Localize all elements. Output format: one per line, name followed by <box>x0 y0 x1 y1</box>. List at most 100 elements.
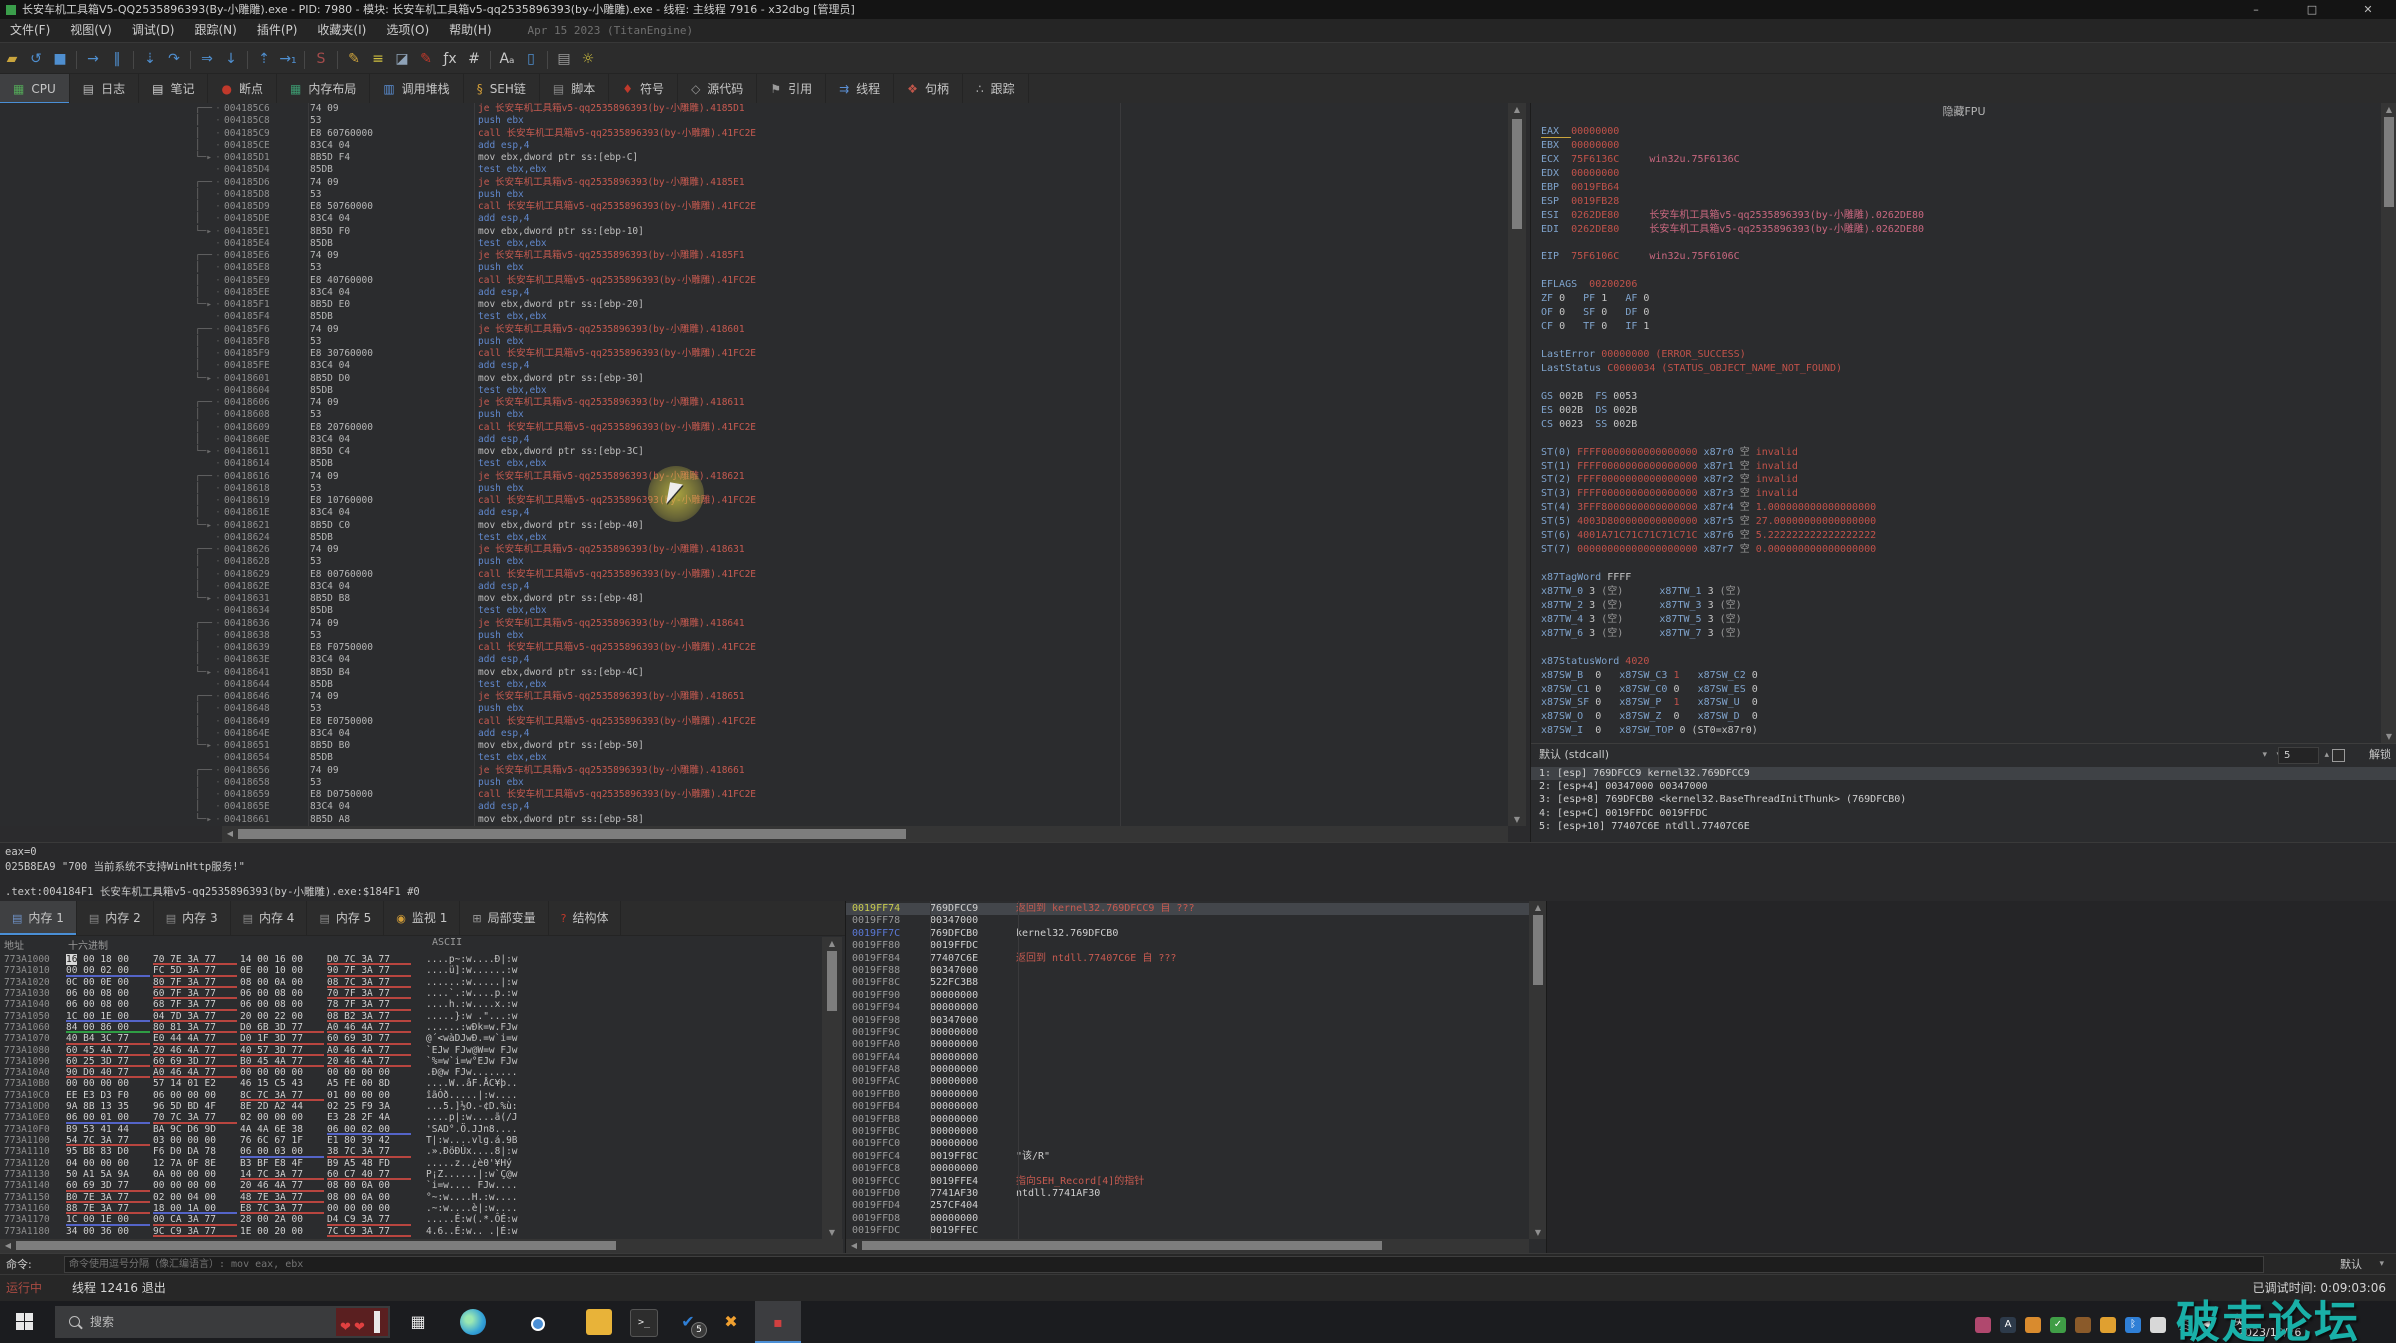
register-line[interactable]: CF 0 TF 0 IF 1 <box>1541 320 2377 334</box>
breakpoint-dot[interactable]: · <box>212 679 224 691</box>
breakpoint-dot[interactable]: · <box>212 814 224 826</box>
register-line[interactable]: ECX 75F6136C win32u.75F6136C <box>1541 153 2377 167</box>
disasm-row[interactable]: ┌──·0041860674 09je 长安车机工具箱v5-qq25358963… <box>0 397 1508 409</box>
breakpoint-dot[interactable]: · <box>212 238 224 250</box>
memory-row[interactable]: 773A10F0B9 53 41 44BA 9C D6 9D4A 4A 6E 3… <box>0 1124 822 1135</box>
tray-window-white-icon[interactable] <box>2150 1317 2166 1333</box>
style-selector[interactable]: 默认 <box>2340 1254 2362 1275</box>
scroll-up-icon[interactable]: ▲ <box>1508 105 1526 114</box>
disasm-row[interactable]: ┌──·004185C674 09je 长安车机工具箱v5-qq25358963… <box>0 103 1508 115</box>
menu-item[interactable]: 帮助(H) <box>439 19 501 42</box>
memory-map-icon[interactable]: ▤ <box>552 44 576 75</box>
registers-vscrollbar[interactable]: ▲ ▼ <box>2381 103 2396 743</box>
stack-vscrollbar[interactable]: ▲ ▼ <box>1529 901 1547 1239</box>
stack-hscrollbar[interactable]: ◀ <box>846 1239 1529 1253</box>
register-line[interactable]: LastError 00000000 (ERROR_SUCCESS) <box>1541 348 2377 362</box>
tab-source[interactable]: ◇源代码 <box>678 74 757 104</box>
disasm-row[interactable]: └─▸·004186418B5D B4mov ebx,dword ptr ss:… <box>0 667 1508 679</box>
taskbar-terminal-icon[interactable]: >_ <box>630 1309 658 1337</box>
disasm-row[interactable]: │ ·004185F9E8 30760000call 长安车机工具箱v5-qq2… <box>0 348 1508 360</box>
scroll-down-icon[interactable]: ▼ <box>2381 732 2396 741</box>
taskbar-file-explorer-icon[interactable] <box>586 1309 612 1335</box>
register-line[interactable] <box>1541 641 2377 655</box>
disasm-row[interactable]: └─▸·004185F18B5D E0mov ebx,dword ptr ss:… <box>0 299 1508 311</box>
chevron-down-icon[interactable]: ▾ <box>2262 744 2267 766</box>
register-line[interactable]: OF 0 SF 0 DF 0 <box>1541 306 2377 320</box>
memory-row[interactable]: 773A110054 7C 3A 7703 00 00 0076 6C 67 1… <box>0 1135 822 1146</box>
breakpoint-dot[interactable]: · <box>212 581 224 593</box>
breakpoint-dot[interactable]: · <box>212 275 224 287</box>
menu-item[interactable]: 调试(D) <box>122 19 185 42</box>
disasm-row[interactable]: │ ·0041862E83C4 04add esp,4 <box>0 581 1508 593</box>
notes-icon[interactable]: ≡ <box>366 44 390 75</box>
memory-hscrollbar[interactable]: ◀ <box>0 1239 843 1253</box>
breakpoint-dot[interactable]: · <box>212 287 224 299</box>
disasm-row[interactable]: └─▸·004186218B5D C0mov ebx,dword ptr ss:… <box>0 520 1508 532</box>
highlight-pencil-icon[interactable]: ✎ <box>414 44 438 75</box>
memory-row[interactable]: 773A111095 BB 83 D0F6 D0 DA 7806 00 03 0… <box>0 1146 822 1157</box>
register-line[interactable] <box>1541 432 2377 446</box>
memory-row[interactable]: 773A1150B0 7E 3A 7702 00 04 0048 7E 3A 7… <box>0 1192 822 1203</box>
disasm-hscrollbar[interactable]: ◀ <box>222 826 1508 842</box>
register-line[interactable]: EIP 75F6106C win32u.75F6106C <box>1541 250 2377 264</box>
breakpoint-dot[interactable]: · <box>212 422 224 434</box>
arg-row[interactable]: 2: [esp+4] 00347000 00347000 <box>1531 780 2396 793</box>
tray-camera-orange-icon[interactable] <box>2025 1317 2041 1333</box>
register-line[interactable]: ST(5) 4003D800000000000000 x87r5 空 27.00… <box>1541 515 2377 529</box>
breakpoint-dot[interactable]: · <box>212 434 224 446</box>
memory-row[interactable]: 773A100016 00 18 0070 7E 3A 7714 00 16 0… <box>0 954 822 965</box>
memory-row[interactable]: 773A116088 7E 3A 7718 00 1A 00E8 7C 3A 7… <box>0 1203 822 1214</box>
stack-row[interactable]: 0019FFD07741AF30ntdll.7741AF30 <box>846 1188 1529 1200</box>
breakpoint-dot[interactable]: · <box>212 446 224 458</box>
stack-row[interactable]: 0019FFD4257CF404 <box>846 1200 1529 1212</box>
stack-row[interactable]: 0019FF9000000000 <box>846 990 1529 1002</box>
tab-threads[interactable]: ⇉线程 <box>826 74 894 104</box>
breakpoint-dot[interactable]: · <box>212 716 224 728</box>
memory-row[interactable]: 773A103006 00 08 0060 7F 3A 7706 00 08 0… <box>0 988 822 999</box>
breakpoint-dot[interactable]: · <box>212 520 224 532</box>
breakpoint-dot[interactable]: · <box>212 385 224 397</box>
eraser-icon[interactable]: ◪ <box>390 44 414 75</box>
tab-locals[interactable]: ⊞局部变量 <box>460 901 548 935</box>
stack-row[interactable]: 0019FFB400000000 <box>846 1101 1529 1113</box>
memory-row[interactable]: 773A107040 B4 3C 77E0 44 4A 77D0 1F 3D 7… <box>0 1033 822 1044</box>
disasm-row[interactable]: │ ·0041864E83C4 04add esp,4 <box>0 728 1508 740</box>
arg-depth-spinner[interactable]: 5 <box>2278 747 2319 764</box>
disasm-row[interactable]: │ ·0041865E83C4 04add esp,4 <box>0 801 1508 813</box>
breakpoint-dot[interactable]: · <box>212 115 224 127</box>
scroll-left-icon[interactable]: ◀ <box>224 829 236 838</box>
register-line[interactable]: x87SW_B 0 x87SW_C3 1 x87SW_C2 0 <box>1541 669 2377 683</box>
register-line[interactable]: ST(1) FFFF0000000000000000 x87r1 空 inval… <box>1541 460 2377 474</box>
disasm-row[interactable]: │ ·004185D853push ebx <box>0 189 1508 201</box>
register-line[interactable] <box>1541 334 2377 348</box>
stack-row[interactable]: 0019FFC000000000 <box>846 1138 1529 1150</box>
tab-script[interactable]: ▤脚本 <box>540 74 609 104</box>
scroll-thumb[interactable] <box>1512 119 1522 229</box>
register-line[interactable]: ZF 0 PF 1 AF 0 <box>1541 292 2377 306</box>
memory-row[interactable]: 773A118034 00 36 009C C9 3A 771E 00 20 0… <box>0 1226 822 1237</box>
register-line[interactable]: ST(3) FFFF0000000000000000 x87r3 空 inval… <box>1541 487 2377 501</box>
breakpoint-dot[interactable]: · <box>212 495 224 507</box>
disasm-row[interactable]: │ ·004185DE83C4 04add esp,4 <box>0 213 1508 225</box>
breakpoint-dot[interactable]: · <box>212 152 224 164</box>
disasm-row[interactable]: │ ·0041865853push ebx <box>0 777 1508 789</box>
memory-row[interactable]: 773A104006 00 08 0068 7F 3A 7706 00 08 0… <box>0 999 822 1010</box>
stack-row[interactable]: 0019FF800019FFDC <box>846 940 1529 952</box>
tab-notes[interactable]: ▤笔记 <box>139 74 208 104</box>
memory-vscrollbar[interactable]: ▲ ▼ <box>822 937 842 1239</box>
tray-shield-orange-icon[interactable] <box>2100 1317 2116 1333</box>
log-syscalls-icon[interactable]: S <box>309 44 333 75</box>
disasm-row[interactable]: ·004185F485DBtest ebx,ebx <box>0 311 1508 323</box>
tray-circle-a-icon[interactable]: A <box>2000 1317 2016 1333</box>
memory-row[interactable]: 773A10E006 00 01 0070 7C 3A 7702 00 00 0… <box>0 1112 822 1123</box>
memory-row[interactable]: 773A10B000 00 00 0057 14 01 E246 15 C5 4… <box>0 1078 822 1089</box>
run-icon[interactable]: → <box>81 44 105 75</box>
breakpoint-dot[interactable]: · <box>212 654 224 666</box>
breakpoint-dot[interactable]: · <box>212 373 224 385</box>
breakpoint-dot[interactable]: · <box>212 458 224 470</box>
calculator-icon[interactable]: ▯ <box>519 44 543 75</box>
register-line[interactable]: ST(2) FFFF0000000000000000 x87r2 空 inval… <box>1541 473 2377 487</box>
stack-row[interactable]: 0019FF74769DFCC9返回到 kernel32.769DFCC9 自 … <box>846 903 1529 915</box>
tray-pink-app-icon[interactable] <box>1975 1317 1991 1333</box>
stack-row[interactable]: 0019FFA400000000 <box>846 1052 1529 1064</box>
